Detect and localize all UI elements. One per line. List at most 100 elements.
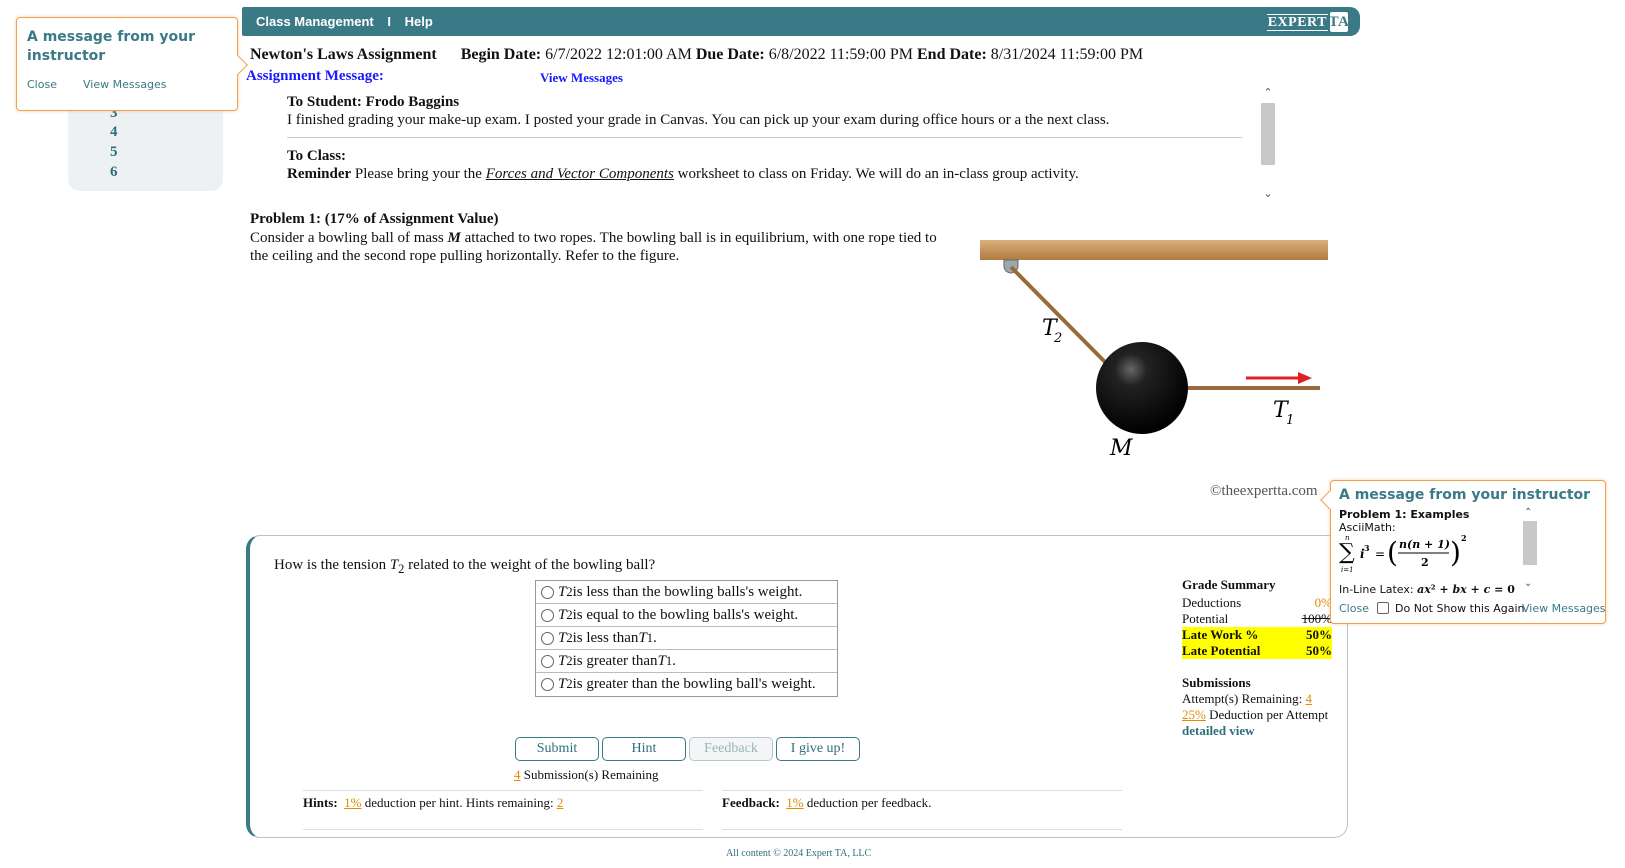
radio-button[interactable] [541, 631, 554, 645]
question-text-before: How is the tension [274, 557, 390, 573]
popup-scrollbar[interactable]: ⌃ ⌄ [1522, 507, 1538, 589]
scroll-up-icon[interactable]: ⌃ [1262, 87, 1274, 99]
problem-title: Problem 1: (17% of Assignment Value) [250, 211, 499, 227]
hints-info: Hints: 1% deduction per hint. Hints rema… [303, 790, 703, 830]
attempt-deduction: 25% Deduction per Attempt [1182, 707, 1332, 723]
problem-text-before: Consider a bowling ball of mass [250, 230, 448, 246]
message-divider [287, 137, 1242, 138]
hints-divider [303, 829, 703, 830]
problem-nav: 3 4 5 6 [68, 100, 223, 191]
problem-figure: T 2 T 1 M [980, 240, 1328, 465]
svg-text:2: 2 [1461, 533, 1467, 543]
begin-date-label: Begin Date: [460, 46, 542, 63]
class-message-heading: To Class: [287, 148, 347, 164]
popup-line-1: Problem 1: Examples [1339, 508, 1470, 521]
answer-choice-2[interactable]: T2 is equal to the bowling balls's weigh… [536, 604, 837, 627]
choice-symbol: T [558, 629, 567, 646]
instructor-message-popup-right: A message from your instructor Problem 1… [1320, 480, 1606, 624]
student-message-text: I finished grading your make-up exam. I … [287, 112, 1110, 128]
problem-nav-item-6[interactable]: 6 [110, 164, 118, 181]
scroll-up-icon[interactable]: ⌃ [1524, 507, 1532, 518]
mass-symbol: M [447, 230, 461, 246]
menu-class-management[interactable]: Class Management [256, 14, 374, 29]
svg-text:(: ( [1387, 536, 1398, 569]
expert-ta-logo[interactable]: EXPERT TA [1266, 11, 1349, 33]
late-potential-row: Late Potential 50% [1182, 643, 1332, 659]
late-work-label: Late Work % [1182, 627, 1259, 642]
submissions-label: Submission(s) Remaining [520, 767, 659, 782]
problem-nav-item-5[interactable]: 5 [110, 144, 118, 161]
svg-text:n(n + 1): n(n + 1) [1399, 538, 1450, 551]
attempts-label: Attempt(s) Remaining: [1182, 691, 1306, 706]
due-date-value: 6/8/2022 11:59:00 PM [768, 46, 913, 63]
problem-nav-item-4[interactable]: 4 [110, 124, 118, 141]
sum-formula: ∑ n i=1 i 3 = ( n(n + 1) 2 ) 2 [1339, 533, 1467, 574]
scroll-down-icon[interactable]: ⌄ [1262, 188, 1274, 200]
grade-summary-title: Grade Summary [1182, 577, 1276, 592]
submit-button[interactable]: Submit [515, 737, 599, 761]
late-potential-label: Late Potential [1182, 643, 1261, 658]
assignment-name: Newton's Laws Assignment [250, 46, 437, 63]
reminder-label: Reminder [287, 166, 352, 182]
messages-scrollbar[interactable]: ⌃ ⌄ [1260, 87, 1276, 200]
figure-copyright: ©theexpertta.com [1210, 483, 1318, 499]
inline-latex-label: In-Line Latex: [1339, 583, 1418, 596]
radio-button[interactable] [541, 654, 554, 668]
class-text-after: worksheet to class on Friday. We will do… [673, 166, 1079, 182]
answer-choice-3[interactable]: T2 is less than T1. [536, 627, 837, 650]
top-navigation-bar: Class Management I Help EXPERT TA [242, 7, 1360, 36]
feedback-deduction-pct: 1% [786, 795, 804, 810]
assignment-messages: To Student: Frodo Baggins I finished gra… [287, 92, 1242, 197]
feedback-button[interactable]: Feedback [689, 737, 773, 761]
class-text-before: Please bring your the [351, 166, 486, 182]
radio-button[interactable] [541, 678, 554, 691]
popup-view-messages-link[interactable]: View Messages [83, 78, 167, 91]
choice-text: is greater than the bowling ball's weigh… [572, 676, 816, 692]
feedback-mid-text: deduction per feedback. [803, 795, 932, 810]
view-messages-link[interactable]: View Messages [540, 70, 623, 86]
ceiling-beam [980, 240, 1328, 260]
choice-symbol: T [558, 583, 567, 600]
radio-button[interactable] [541, 608, 554, 622]
choice-text: is less than the bowling balls's weight. [572, 583, 803, 600]
worksheet-link[interactable]: Forces and Vector Components [486, 166, 674, 182]
popup-view-messages-link[interactable]: View Messages [1522, 602, 1606, 615]
assignment-message-label: Assignment Message: [246, 68, 384, 84]
answer-choices: T2 is less than the bowling balls's weig… [535, 580, 838, 697]
svg-text:2: 2 [1421, 556, 1429, 569]
popup-arrow [1320, 490, 1340, 510]
scroll-down-icon[interactable]: ⌄ [1524, 578, 1532, 589]
choice-symbol: T [558, 676, 567, 692]
hints-label: Hints: [303, 795, 338, 810]
answer-choice-4[interactable]: T2 is greater than T1. [536, 650, 837, 673]
hint-button[interactable]: Hint [602, 737, 686, 761]
menu-help[interactable]: Help [405, 14, 433, 29]
give-up-button[interactable]: I give up! [776, 737, 860, 761]
question-text-after: related to the weight of the bowling bal… [404, 557, 656, 573]
end-date-value: 8/31/2024 11:59:00 PM [990, 46, 1144, 63]
question-text: How is the tension T2 related to the wei… [274, 557, 655, 577]
top-menu: Class Management I Help [256, 14, 443, 29]
late-potential-value: 50% [1306, 643, 1332, 658]
popup-arrow [228, 55, 248, 75]
scrollbar-thumb[interactable] [1523, 521, 1537, 565]
end-date-label: End Date: [917, 46, 987, 63]
feedback-divider [722, 829, 1122, 830]
popup-title: A message from your instructor [27, 29, 195, 64]
choice-symbol: T [558, 652, 567, 669]
choice-text: is equal to the bowling balls's weight. [572, 606, 799, 623]
answer-choice-1[interactable]: T2 is less than the bowling balls's weig… [536, 581, 837, 604]
choice-end: . [653, 629, 657, 646]
popup-close-link[interactable]: Close [27, 78, 57, 91]
label-t1-sub: 1 [1286, 413, 1294, 428]
radio-button[interactable] [541, 585, 554, 599]
submissions-summary: Submissions Attempt(s) Remaining: 4 25% … [1182, 675, 1332, 739]
potential-row: Potential 100% [1182, 611, 1332, 627]
potential-label: Potential [1182, 611, 1229, 626]
answer-choice-5[interactable]: T2 is greater than the bowling ball's we… [536, 673, 837, 696]
class-message-text: Reminder Please bring your the Forces an… [287, 166, 1079, 183]
do-not-show-checkbox[interactable] [1377, 602, 1389, 614]
detailed-view-link[interactable]: detailed view [1182, 723, 1332, 739]
scrollbar-thumb[interactable] [1261, 103, 1275, 165]
popup-close-link[interactable]: Close [1339, 602, 1369, 615]
